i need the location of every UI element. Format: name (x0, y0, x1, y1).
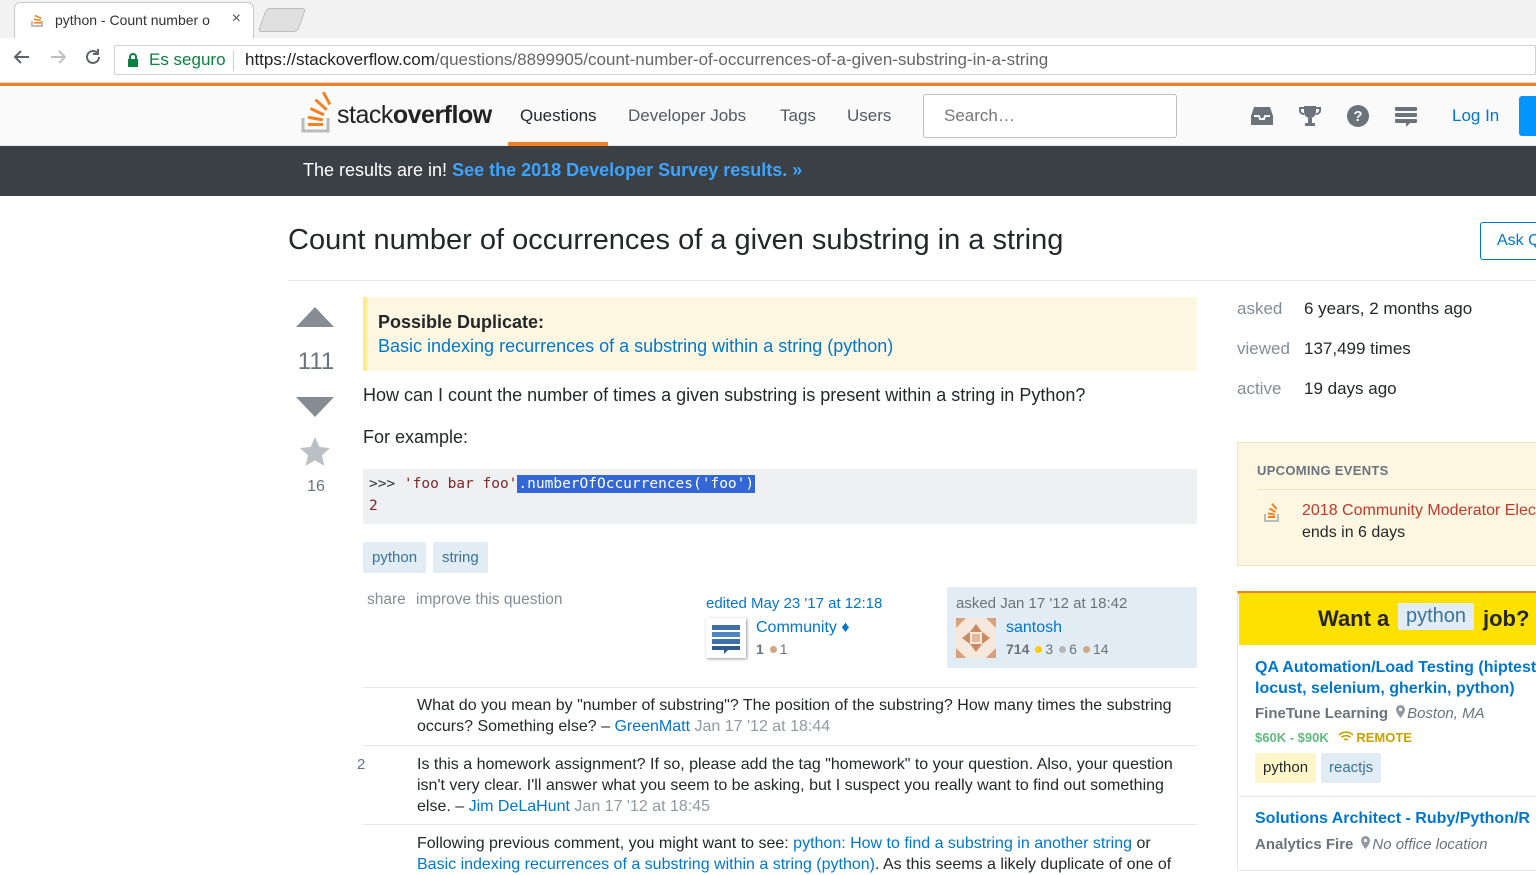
job-salary: $60K - $90K REMOTE (1255, 730, 1412, 745)
jobs-header-text: Want a (1318, 606, 1390, 631)
favorite-star-icon[interactable] (298, 435, 332, 474)
comment: Is this a homework assignment? If so, pl… (417, 756, 1173, 815)
reload-icon[interactable] (83, 47, 103, 73)
comment-user-link[interactable]: GreenMatt (614, 718, 690, 735)
location-pin-icon (1361, 836, 1371, 853)
stat-label: viewed (1237, 339, 1290, 358)
job-title-link[interactable]: Solutions Architect - Ruby/Python/R (1255, 810, 1530, 828)
comment-date: Jan 17 '12 at 18:44 (694, 718, 831, 735)
event-subtitle: ends in 6 days (1302, 524, 1406, 541)
jobs-header-tag[interactable]: python (1398, 603, 1475, 630)
share-link[interactable]: share (367, 591, 406, 609)
job-tag[interactable]: python (1255, 753, 1317, 783)
favorite-count: 16 (307, 478, 325, 495)
editor-name[interactable]: Community ♦ (756, 619, 850, 637)
site-switcher-icon[interactable] (1394, 104, 1418, 133)
comment-user-link[interactable]: Jim DeLaHunt (469, 798, 570, 815)
stackoverflow-logo-icon[interactable] (300, 91, 334, 139)
event-link[interactable]: 2018 Community Moderator Elec (1302, 502, 1536, 520)
address-divider (233, 51, 234, 71)
comment-link[interactable]: Basic indexing recurrences of a substrin… (417, 856, 875, 873)
downvote-icon[interactable] (296, 396, 334, 423)
comment: Following previous comment, you might wa… (417, 835, 1172, 873)
signup-button[interactable] (1519, 96, 1536, 136)
duplicate-notice (363, 297, 1197, 371)
job-company: Analytics Fire No office location (1255, 836, 1488, 853)
comment-link[interactable]: python: How to find a substring in anoth… (793, 835, 1132, 852)
avatar[interactable] (956, 618, 996, 658)
browser-tab[interactable]: python - Count number o × (14, 2, 254, 38)
comment: What do you mean by "number of substring… (417, 697, 1172, 735)
nav-developer-jobs[interactable]: Developer Jobs (628, 106, 746, 126)
secure-label: Es seguro (149, 50, 226, 69)
events-heading: UPCOMING EVENTS (1257, 463, 1389, 478)
vote-count: 111 (297, 348, 335, 375)
ask-question-button[interactable]: Ask Q (1480, 222, 1536, 260)
nav-questions[interactable]: Questions (520, 106, 597, 126)
forward-icon[interactable] (48, 47, 68, 73)
help-icon[interactable]: ? (1346, 104, 1370, 133)
edited-timestamp-link[interactable]: edited May 23 '17 at 12:18 (706, 595, 882, 612)
owner-name[interactable]: santosh (1006, 619, 1062, 637)
code-output: 2 (369, 498, 378, 514)
comment-divider (363, 687, 1197, 688)
events-divider (1257, 489, 1536, 490)
search-input[interactable] (923, 94, 1177, 138)
location-pin-icon (1396, 705, 1406, 722)
jobs-divider (1239, 796, 1536, 797)
job-company: FineTune Learning Boston, MA (1255, 705, 1485, 722)
stat-label: active (1237, 379, 1282, 398)
remote-badge: REMOTE (1332, 730, 1412, 745)
banner-survey-link[interactable]: See the 2018 Developer Survey results. » (452, 160, 802, 180)
question-body-paragraph: How can I count the number of times a gi… (363, 385, 1086, 405)
selected-code: .numberOfOccurrences('foo') (517, 475, 756, 493)
svg-text:?: ? (1353, 108, 1362, 125)
job-tag[interactable]: reactjs (1321, 753, 1382, 783)
back-icon[interactable] (12, 47, 32, 73)
tab-title: python - Count number o (55, 12, 210, 28)
url-text[interactable]: https://stackoverflow.com/questions/8899… (245, 50, 1048, 70)
comment-date: Jan 17 '12 at 18:45 (574, 798, 711, 815)
stat-label: asked (1237, 299, 1283, 318)
stat-value: 6 years, 2 months ago (1304, 299, 1473, 318)
question-title[interactable]: Count number of occurrences of a given s… (288, 224, 1063, 257)
lock-icon (127, 53, 139, 73)
tag-string[interactable]: string (433, 542, 488, 573)
comment-score: 2 (357, 756, 366, 773)
jobs-header-text: job? (1483, 606, 1530, 631)
stackoverflow-favicon-icon (31, 11, 45, 32)
stat-value: 137,499 times (1304, 339, 1411, 358)
comment-divider (363, 824, 1197, 825)
title-divider (288, 280, 1536, 281)
owner-reputation: 714 3 6 14 (1006, 641, 1109, 657)
question-body-paragraph: For example: (363, 427, 469, 447)
logo-wordmark[interactable]: stackoverflow (337, 101, 492, 130)
nav-users[interactable]: Users (847, 106, 891, 126)
achievements-icon[interactable] (1298, 104, 1322, 133)
improve-question-link[interactable]: improve this question (416, 591, 562, 609)
inbox-icon[interactable] (1249, 104, 1275, 133)
code-line: >>> 'foo bar foo'.numberOfOccurrences('f… (369, 475, 756, 493)
nav-tags[interactable]: Tags (780, 106, 816, 126)
job-title-link[interactable]: QA Automation/Load Testing (hiptest, loc… (1255, 657, 1536, 699)
tab-close-icon[interactable]: × (232, 10, 241, 28)
stackoverflow-event-icon (1264, 502, 1280, 527)
editor-reputation: 11 (756, 641, 788, 657)
duplicate-link[interactable]: Basic indexing recurrences of a substrin… (378, 336, 893, 357)
duplicate-heading: Possible Duplicate: (378, 312, 545, 332)
comment-divider (363, 745, 1197, 746)
asked-timestamp: asked Jan 17 '12 at 18:42 (956, 595, 1128, 612)
upvote-icon[interactable] (296, 306, 334, 333)
address-bar[interactable]: Es seguro https://stackoverflow.com/ques… (114, 45, 1536, 75)
banner-text: The results are in! See the 2018 Develop… (303, 160, 803, 180)
stat-value-active-link[interactable]: 19 days ago (1304, 379, 1397, 399)
tag-python[interactable]: python (363, 542, 427, 573)
login-link[interactable]: Log In (1452, 106, 1499, 126)
avatar[interactable] (706, 618, 746, 658)
